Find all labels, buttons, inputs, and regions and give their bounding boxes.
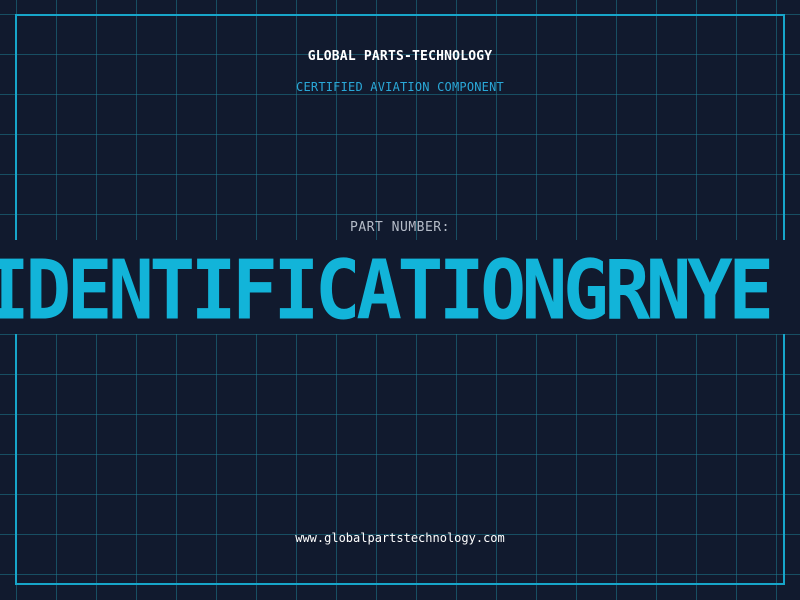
company-title: GLOBAL PARTS-TECHNOLOGY: [307, 49, 493, 64]
certification-subtitle: CERTIFIED AVIATION COMPONENT: [296, 80, 504, 94]
part-number-value: IDENTIFICATIONGRNYE: [0, 241, 774, 334]
part-number-label: PART NUMBER:: [350, 220, 450, 235]
website-url: www.globalpartstechnology.com: [295, 531, 505, 545]
part-number-band: IDENTIFICATIONGRNYE: [0, 240, 800, 334]
